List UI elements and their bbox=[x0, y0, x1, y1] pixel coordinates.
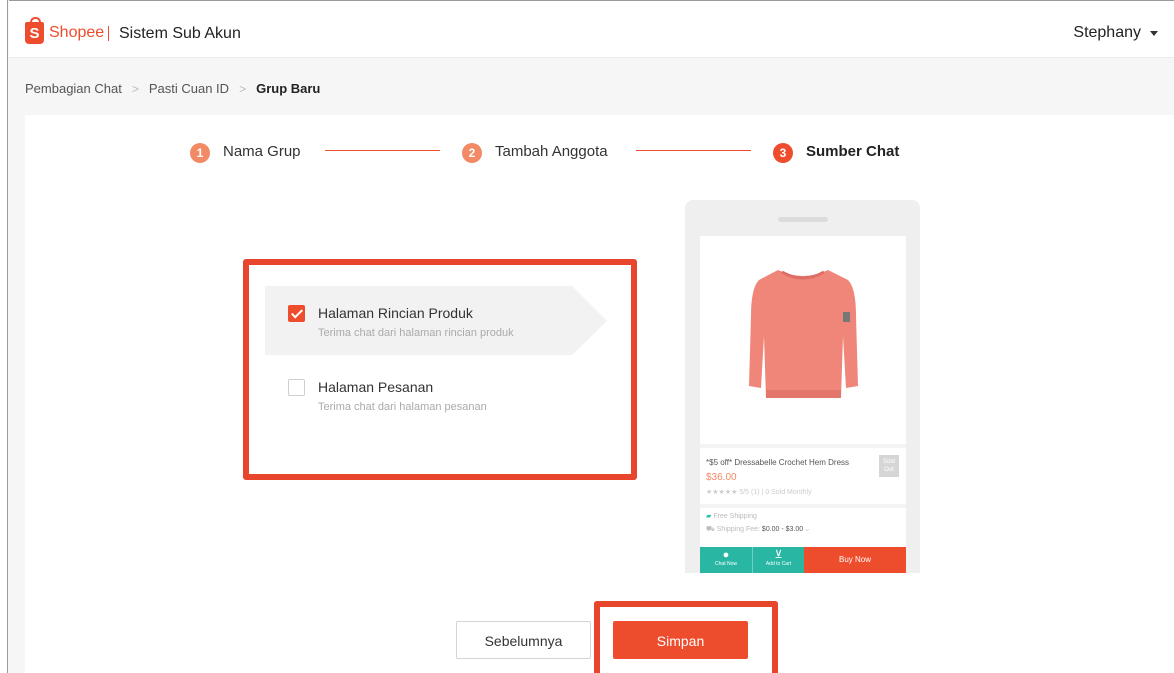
product-image bbox=[700, 236, 906, 441]
free-shipping-text: Free Shipping bbox=[713, 513, 757, 520]
phone-preview: *$5 off* Dressabelle Crochet Hem Dress $… bbox=[685, 200, 920, 573]
breadcrumb: Pembagian Chat > Pasti Cuan ID > Grup Ba… bbox=[25, 81, 320, 96]
app-title: Sistem Sub Akun bbox=[119, 25, 241, 42]
annotation-highlight-save bbox=[594, 601, 778, 673]
chat-bubble-icon: ● bbox=[722, 549, 730, 561]
logo-separator bbox=[108, 26, 109, 41]
step-connector bbox=[325, 150, 440, 151]
breadcrumb-item-shop[interactable]: Pasti Cuan ID bbox=[149, 81, 229, 96]
user-name: Stephany bbox=[1073, 24, 1141, 41]
logo-text[interactable]: Shopee bbox=[49, 24, 104, 42]
step-label: Tambah Anggota bbox=[495, 142, 608, 160]
product-name: *$5 off* Dressabelle Crochet Hem Dress bbox=[706, 458, 850, 467]
shipping-info: ▰ Free Shipping ⛟ Shipping Fee: $0.00 - … bbox=[700, 504, 906, 545]
step-number: 2 bbox=[462, 143, 482, 163]
breadcrumb-item-chat[interactable]: Pembagian Chat bbox=[25, 81, 122, 96]
cart-icon: ⊻ bbox=[774, 549, 783, 561]
product-info: *$5 off* Dressabelle Crochet Hem Dress $… bbox=[700, 444, 906, 500]
step-label: Nama Grup bbox=[223, 142, 301, 160]
step-2: 2 Tambah Anggota bbox=[462, 139, 608, 163]
step-1: 1 Nama Grup bbox=[190, 139, 301, 163]
truck-icon: ▰ bbox=[706, 513, 712, 520]
step-number: 1 bbox=[190, 143, 210, 163]
annotation-highlight-options bbox=[243, 259, 637, 480]
chevron-right-icon: > bbox=[239, 81, 247, 96]
cart-label: Add to Cart bbox=[765, 561, 792, 567]
shipping-fee-label: Shipping Fee: bbox=[716, 526, 760, 533]
sold-out-badge: Sold Out bbox=[879, 455, 899, 477]
preview-buy-button: Buy Now bbox=[804, 547, 906, 573]
window-edge bbox=[0, 0, 8, 673]
user-menu[interactable]: Stephany bbox=[1073, 24, 1158, 42]
preview-action-bar: ● Chat Now ⊻ Add to Cart Buy Now bbox=[700, 547, 906, 573]
shipping-fee-row: ⛟ Shipping Fee: $0.00 - $3.00 ⌄ bbox=[706, 525, 810, 534]
breadcrumb-current: Grup Baru bbox=[256, 81, 321, 96]
logo-letter: S bbox=[29, 25, 40, 42]
free-shipping-row: ▰ Free Shipping bbox=[706, 512, 757, 520]
phone-screen: *$5 off* Dressabelle Crochet Hem Dress $… bbox=[700, 236, 906, 573]
step-label: Sumber Chat bbox=[806, 142, 900, 160]
chevron-right-icon: > bbox=[131, 81, 139, 96]
product-rating: ★★★★★ 5/5 (1) | 0 Sold Monthly bbox=[706, 489, 812, 496]
top-header: S Shopee Sistem Sub Akun Stephany bbox=[9, 0, 1174, 58]
product-price: $36.00 bbox=[706, 472, 737, 483]
shopee-bag-icon: S bbox=[25, 17, 44, 44]
delivery-icon: ⛟ bbox=[706, 526, 715, 533]
preview-cart-button: ⊻ Add to Cart bbox=[752, 547, 804, 573]
shipping-fee-value: $0.00 - $3.00 bbox=[761, 526, 804, 533]
phone-speaker bbox=[778, 217, 828, 222]
previous-button[interactable]: Sebelumnya bbox=[456, 621, 591, 659]
step-3: 3 Sumber Chat bbox=[773, 139, 899, 163]
step-connector bbox=[636, 150, 751, 151]
caret-down-icon bbox=[1150, 30, 1158, 36]
chevron-down-icon: ⌄ bbox=[805, 526, 810, 533]
sweater-image bbox=[749, 270, 858, 398]
step-number: 3 bbox=[773, 143, 793, 163]
chat-label: Chat Now bbox=[715, 561, 737, 567]
preview-chat-button: ● Chat Now bbox=[700, 547, 752, 573]
